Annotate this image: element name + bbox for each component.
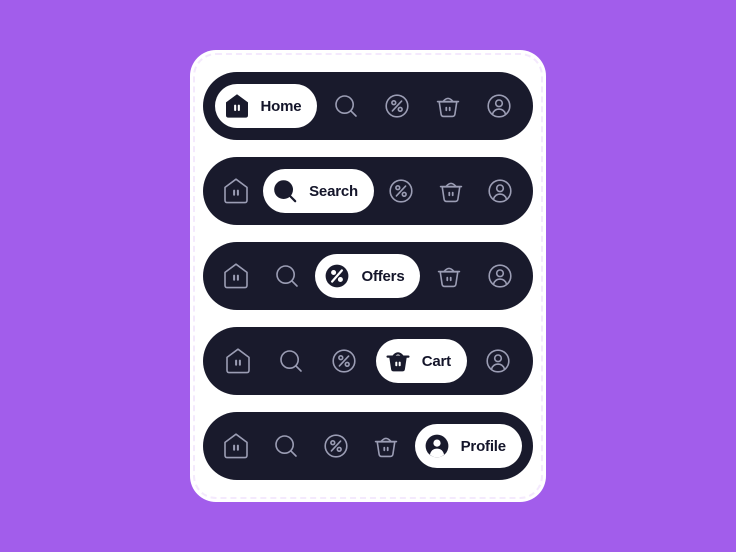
person-icon: [421, 430, 453, 462]
nav-item-profile[interactable]: [476, 339, 520, 383]
percent-icon: [321, 260, 353, 292]
basket-icon: [433, 260, 465, 292]
navbar-offers-active: Offers: [203, 242, 533, 310]
nav-item-search[interactable]: [324, 84, 368, 128]
nav-item-home[interactable]: [214, 169, 258, 213]
percent-icon: [328, 345, 360, 377]
home-icon: [220, 175, 252, 207]
nav-item-offers[interactable]: Offers: [315, 254, 421, 298]
nav-item-profile[interactable]: [478, 254, 522, 298]
nav-item-search[interactable]: [269, 339, 313, 383]
nav-item-label: Offers: [361, 267, 405, 285]
nav-item-cart[interactable]: [429, 169, 473, 213]
nav-item-label: Search: [309, 182, 358, 200]
nav-item-profile[interactable]: Profile: [414, 424, 522, 468]
nav-item-profile[interactable]: [477, 84, 521, 128]
navbar-home-active: Home: [203, 72, 533, 140]
nav-item-profile[interactable]: [478, 169, 522, 213]
nav-item-offers[interactable]: [314, 424, 358, 468]
basket-icon: [435, 175, 467, 207]
nav-bar-showcase-card: Home Search Offers Cart Profile: [190, 50, 546, 502]
navbar-profile-active: Profile: [203, 412, 533, 480]
home-icon: [220, 430, 252, 462]
nav-item-label: Profile: [460, 437, 506, 455]
person-icon: [484, 175, 516, 207]
nav-item-cart[interactable]: [426, 84, 470, 128]
home-icon: [221, 90, 253, 122]
nav-item-offers[interactable]: [379, 169, 423, 213]
search-icon: [330, 90, 362, 122]
nav-item-offers[interactable]: [322, 339, 366, 383]
person-icon: [484, 260, 516, 292]
search-icon: [270, 430, 302, 462]
basket-icon: [432, 90, 464, 122]
search-icon: [269, 175, 301, 207]
nav-item-cart[interactable]: Cart: [375, 339, 467, 383]
basket-icon: [370, 430, 402, 462]
home-icon: [222, 345, 254, 377]
navbar-cart-active: Cart: [203, 327, 533, 395]
nav-item-label: Cart: [421, 352, 451, 370]
home-icon: [220, 260, 252, 292]
percent-icon: [320, 430, 352, 462]
nav-item-cart[interactable]: [427, 254, 471, 298]
nav-item-home[interactable]: [214, 424, 258, 468]
basket-icon: [382, 345, 414, 377]
nav-item-cart[interactable]: [364, 424, 408, 468]
nav-item-search[interactable]: [265, 254, 309, 298]
navbar-search-active: Search: [203, 157, 533, 225]
nav-item-home[interactable]: [216, 339, 260, 383]
search-icon: [275, 345, 307, 377]
nav-item-search[interactable]: [264, 424, 308, 468]
nav-item-offers[interactable]: [375, 84, 419, 128]
nav-item-home[interactable]: Home: [214, 84, 318, 128]
nav-item-search[interactable]: Search: [263, 169, 374, 213]
percent-icon: [381, 90, 413, 122]
nav-item-label: Home: [260, 97, 302, 115]
person-icon: [483, 90, 515, 122]
person-icon: [482, 345, 514, 377]
search-icon: [271, 260, 303, 292]
nav-item-home[interactable]: [214, 254, 258, 298]
percent-icon: [385, 175, 417, 207]
